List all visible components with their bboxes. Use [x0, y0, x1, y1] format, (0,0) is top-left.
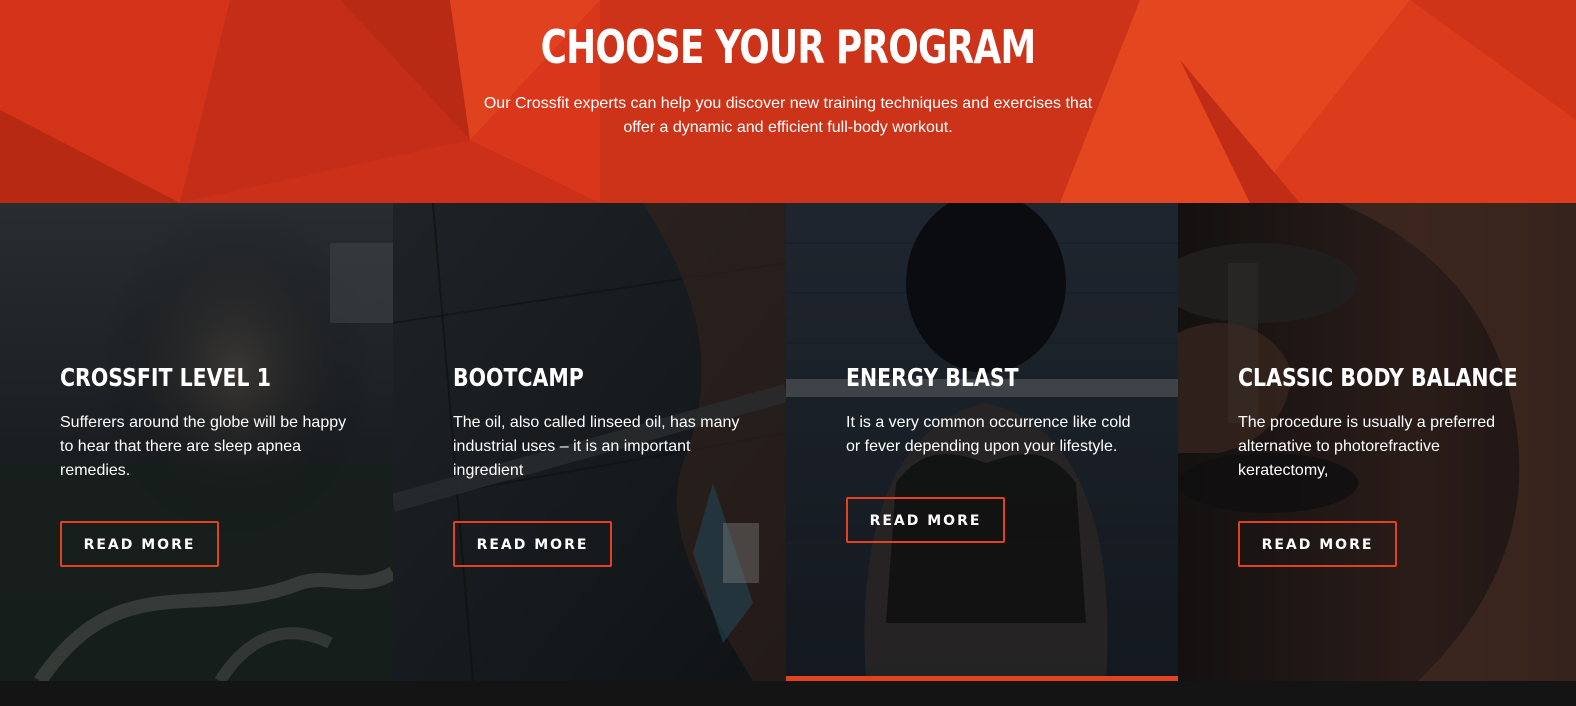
page-subtitle: Our Crossfit experts can help you discov…: [483, 95, 1093, 136]
page-title: CHOOSE YOUR PROGRAM: [540, 20, 1037, 74]
read-more-button[interactable]: READ MORE: [60, 521, 219, 567]
section-bottom-strip: [0, 681, 1576, 706]
card-title: CLASSIC BODY BALANCE: [1238, 363, 1518, 392]
read-more-button[interactable]: READ MORE: [453, 521, 612, 567]
program-card-classic-body-balance[interactable]: CLASSIC BODY BALANCE The procedure is us…: [1178, 203, 1576, 681]
card-description: The oil, also called linseed oil, has ma…: [453, 414, 740, 479]
card-title: BOOTCAMP: [453, 363, 584, 392]
program-card-crossfit-level-1[interactable]: CROSSFIT LEVEL 1 Sufferers around the gl…: [0, 203, 393, 681]
program-card-bootcamp[interactable]: BOOTCAMP The oil, also called linseed oi…: [393, 203, 786, 681]
program-cards: CROSSFIT LEVEL 1 Sufferers around the gl…: [0, 203, 1576, 681]
read-more-button[interactable]: READ MORE: [846, 497, 1005, 543]
card-description: It is a very common occurrence like cold…: [846, 414, 1131, 455]
card-title: CROSSFIT LEVEL 1: [60, 363, 272, 392]
program-hero: CHOOSE YOUR PROGRAM Our Crossfit experts…: [0, 0, 1576, 203]
read-more-button[interactable]: READ MORE: [1238, 521, 1397, 567]
card-description: Sufferers around the globe will be happy…: [60, 414, 347, 479]
card-title: ENERGY BLAST: [846, 363, 1019, 392]
card-description: The procedure is usually a preferred alt…: [1238, 414, 1496, 479]
program-card-energy-blast[interactable]: ENERGY BLAST It is a very common occurre…: [786, 203, 1178, 681]
